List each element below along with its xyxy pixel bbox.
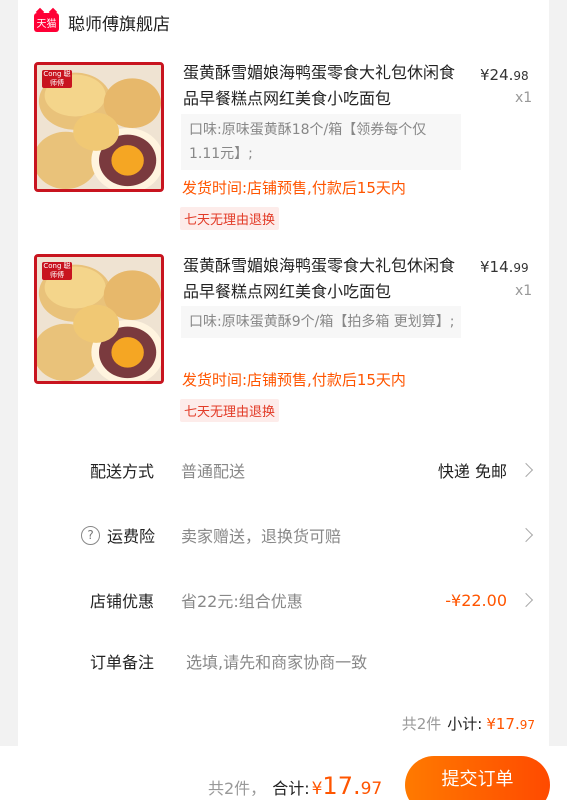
product-image[interactable]: Cong 聪师傅 (34, 62, 164, 192)
brand-logo: Cong 聪师傅 (42, 262, 72, 280)
delivery-method-row[interactable]: 配送方式 普通配送 快递 免邮 (18, 455, 549, 485)
question-icon[interactable]: ? (81, 525, 100, 545)
shop-discount-row[interactable]: 店铺优惠 省22元:组合优惠 -¥22.00 (18, 585, 549, 615)
chevron-right-icon (518, 592, 534, 608)
shop-header[interactable]: 天猫 聪师傅旗舰店 (34, 10, 170, 35)
shop-name[interactable]: 聪师傅旗舰店 (68, 10, 170, 35)
delivery-label: 配送方式 (90, 462, 155, 481)
total-currency: ¥ (311, 779, 323, 799)
shop-discount-value: 省22元:组合优惠 (181, 592, 303, 611)
shop-discount-amount: -¥22.00 (445, 590, 507, 610)
chevron-right-icon (518, 527, 534, 543)
subtotal: 共2件 小计: ¥17.97 (402, 713, 535, 734)
order-card: 天猫 聪师傅旗舰店 Cong 聪师傅 蛋黄酥雪媚娘海鸭蛋零食大礼包休闲食品早餐糕… (18, 0, 549, 746)
shipping-insurance-row[interactable]: ? 运费险 卖家赠送，退换货可赔 (18, 520, 549, 550)
return-policy-badge: 七天无理由退换 (180, 207, 280, 230)
subtotal-amount-integer: ¥17. (486, 715, 520, 733)
order-note-input[interactable]: 选填,请先和商家协商一致 (186, 649, 367, 673)
tmall-logo-icon: 天猫 (34, 12, 59, 32)
total-info: 共2件， 合计: ¥17.97 (208, 772, 382, 800)
shop-discount-label: 店铺优惠 (90, 592, 155, 611)
product-image[interactable]: Cong 聪师傅 (34, 254, 164, 384)
submit-order-button[interactable]: 提交订单 (405, 756, 550, 800)
ship-time: 发货时间:店铺预售,付款后15天内 (182, 371, 406, 389)
shipping-insurance-value: 卖家赠送，退换货可赔 (181, 527, 342, 546)
brand-logo: Cong 聪师傅 (42, 70, 72, 88)
delivery-fee: 快递 免邮 (437, 462, 507, 481)
order-note-row[interactable]: 订单备注 选填,请先和商家协商一致 (18, 646, 549, 676)
subtotal-label: 小计: (447, 715, 483, 733)
shipping-insurance-label-group: ? 运费险 (81, 523, 155, 547)
product-price: ¥14.99 (480, 258, 529, 276)
total-label: 合计: (272, 779, 310, 798)
price-integer: ¥24. (480, 66, 514, 84)
product-title[interactable]: 蛋黄酥雪媚娘海鸭蛋零食大礼包休闲食品早餐糕点网红美食小吃面包 (183, 60, 465, 112)
price-decimal: 99 (513, 261, 529, 275)
total-count: 共2件， (208, 779, 267, 798)
product-quantity: x1 (515, 90, 533, 106)
total-amount-decimal: 97 (360, 779, 383, 799)
product-spec[interactable]: 口味:原味蛋黄酥9个/箱【拍多箱 更划算】; (181, 306, 461, 338)
delivery-value: 普通配送 (181, 462, 246, 481)
product-title[interactable]: 蛋黄酥雪媚娘海鸭蛋零食大礼包休闲食品早餐糕点网红美食小吃面包 (183, 253, 465, 305)
shipping-insurance-label: 运费险 (107, 527, 156, 546)
subtotal-amount: ¥17.97 (486, 715, 535, 733)
product-quantity: x1 (515, 283, 533, 299)
chevron-right-icon (518, 462, 534, 478)
return-policy-badge: 七天无理由退换 (180, 399, 280, 422)
product-price: ¥24.98 (480, 66, 529, 84)
product-spec[interactable]: 口味:原味蛋黄酥18个/箱【领券每个仅1.11元】; (181, 114, 461, 170)
subtotal-amount-decimal: 97 (519, 718, 535, 732)
ship-time: 发货时间:店铺预售,付款后15天内 (182, 179, 406, 197)
total-amount-integer: 17. (322, 772, 361, 800)
order-note-label: 订单备注 (90, 653, 155, 672)
price-decimal: 98 (513, 69, 529, 83)
checkout-bar: 共2件， 合计: ¥17.97 提交订单 (0, 746, 567, 800)
subtotal-count: 共2件 (401, 715, 442, 733)
price-integer: ¥14. (480, 258, 514, 276)
